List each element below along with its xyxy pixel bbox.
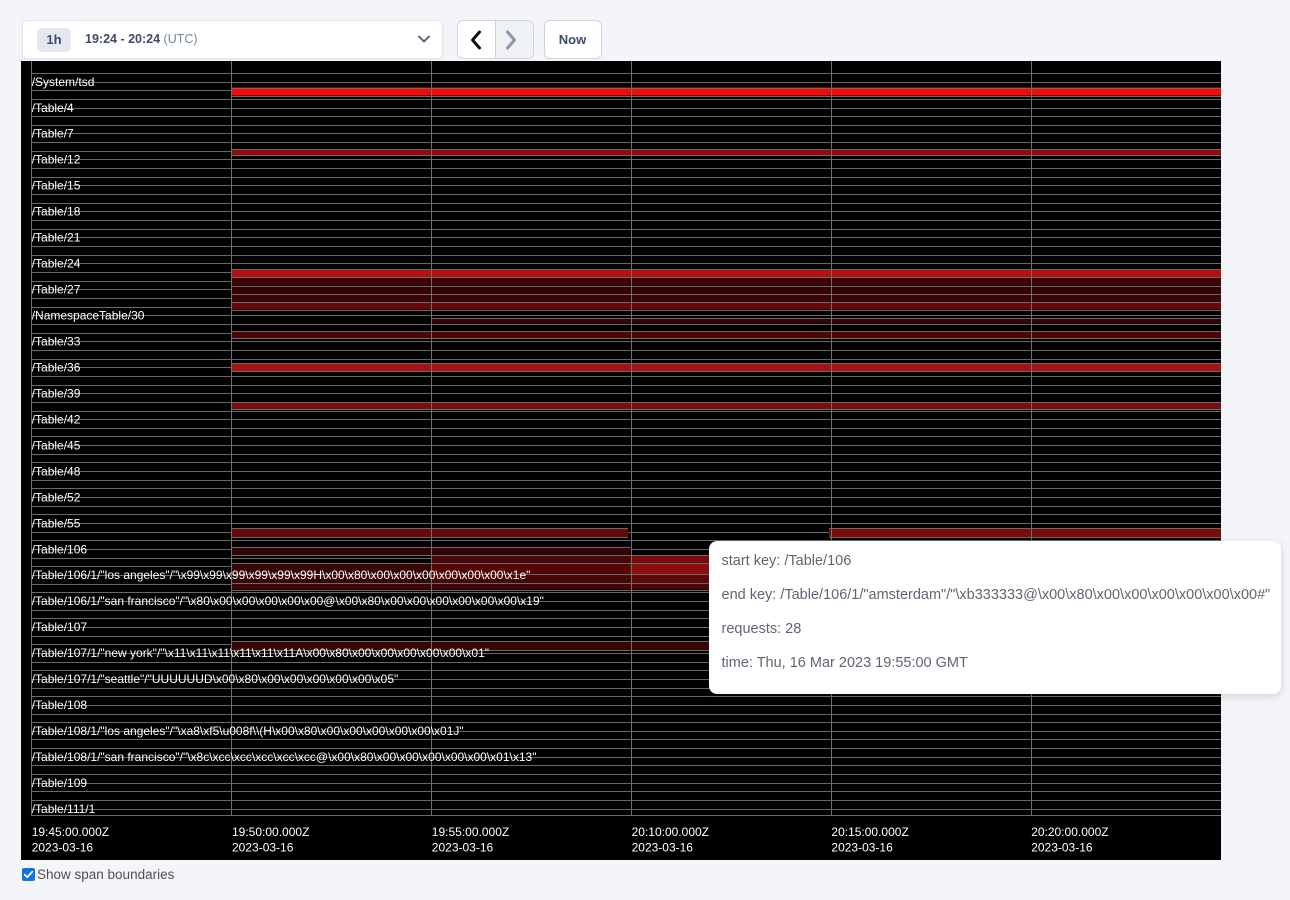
svg-text:/Table/107: /Table/107 [32, 620, 88, 634]
svg-text:/Table/33: /Table/33 [32, 335, 81, 349]
svg-text:/Table/36: /Table/36 [32, 360, 81, 374]
svg-text:/Table/108/1/"los angeles"/"\x: /Table/108/1/"los angeles"/"\xa8\xf5\u00… [32, 724, 464, 738]
svg-text:2023-03-16: 2023-03-16 [1031, 841, 1093, 855]
svg-text:/Table/108: /Table/108 [32, 698, 88, 712]
svg-text:/Table/42: /Table/42 [32, 412, 81, 426]
svg-text:/Table/111/1: /Table/111/1 [32, 802, 96, 816]
svg-text:/Table/108/1/"san francisco"/": /Table/108/1/"san francisco"/"\x8c\xcc\x… [32, 750, 537, 764]
svg-text:/NamespaceTable/30: /NamespaceTable/30 [32, 309, 145, 323]
svg-text:/Table/39: /Table/39 [32, 386, 81, 400]
svg-text:/Table/4: /Table/4 [32, 101, 74, 115]
svg-text:/System/tsd: /System/tsd [32, 75, 95, 89]
svg-text:/Table/107/1/"new york"/"\x11\: /Table/107/1/"new york"/"\x11\x11\x11\x1… [32, 646, 489, 660]
svg-text:/Table/106/1/"los angeles"/"\x: /Table/106/1/"los angeles"/"\x99\x99\x99… [32, 568, 531, 582]
svg-text:2023-03-16: 2023-03-16 [632, 841, 694, 855]
svg-text:20:15:00.000Z: 20:15:00.000Z [831, 825, 908, 839]
svg-text:/Table/12: /Table/12 [32, 153, 81, 167]
svg-text:20:10:00.000Z: 20:10:00.000Z [632, 825, 709, 839]
svg-text:/Table/106/1/"san francisco"/": /Table/106/1/"san francisco"/"\x80\x00\x… [32, 594, 544, 608]
svg-text:2023-03-16: 2023-03-16 [831, 841, 893, 855]
svg-text:19:55:00.000Z: 19:55:00.000Z [432, 825, 509, 839]
svg-text:/Table/109: /Table/109 [32, 776, 88, 790]
svg-text:/Table/48: /Table/48 [32, 464, 81, 478]
svg-text:/Table/18: /Table/18 [32, 205, 81, 219]
svg-text:/Table/21: /Table/21 [32, 231, 81, 245]
svg-text:/Table/24: /Table/24 [32, 257, 81, 271]
svg-text:20:20:00.000Z: 20:20:00.000Z [1031, 825, 1108, 839]
svg-text:2023-03-16: 2023-03-16 [32, 841, 94, 855]
svg-text:19:45:00.000Z: 19:45:00.000Z [32, 825, 109, 839]
svg-text:/Table/27: /Table/27 [32, 283, 81, 297]
svg-text:/Table/52: /Table/52 [32, 490, 81, 504]
svg-text:/Table/55: /Table/55 [32, 516, 81, 530]
svg-text:/Table/107/1/"seattle"/"UUUUUU: /Table/107/1/"seattle"/"UUUUUUD\x00\x80\… [32, 672, 399, 686]
svg-text:19:50:00.000Z: 19:50:00.000Z [232, 825, 309, 839]
svg-text:2023-03-16: 2023-03-16 [232, 841, 294, 855]
svg-text:/Table/7: /Table/7 [32, 127, 74, 141]
svg-text:/Table/15: /Table/15 [32, 179, 81, 193]
svg-text:/Table/106: /Table/106 [32, 542, 88, 556]
svg-text:/Table/45: /Table/45 [32, 438, 81, 452]
svg-text:2023-03-16: 2023-03-16 [432, 841, 494, 855]
